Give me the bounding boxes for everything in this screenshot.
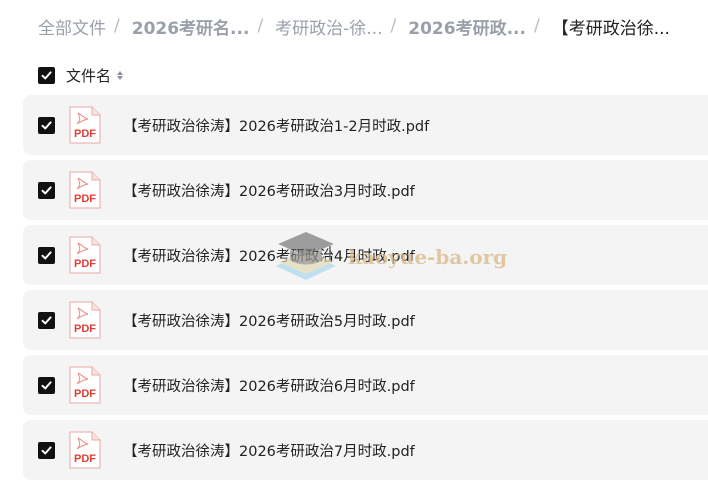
breadcrumb-item-current-folder: 【考研政治徐... [551,18,670,39]
file-row[interactable]: PDF 【考研政治徐涛】2026考研政治5月时政.pdf [23,290,708,350]
sort-icon[interactable] [117,70,124,80]
file-list: PDF 【考研政治徐涛】2026考研政治1-2月时政.pdf PDF 【考研政治… [23,95,708,484]
svg-text:PDF: PDF [74,128,96,140]
breadcrumb-item-2026-folder[interactable]: 2026考研名... [132,14,250,39]
file-browser-page: 全部文件 / 2026考研名... / 考研政治-徐... / 2026考研政.… [0,0,708,484]
row-checkbox[interactable] [38,246,55,264]
breadcrumb-separator: / [257,16,264,36]
pdf-icon: PDF [69,106,101,144]
row-checkbox[interactable] [38,181,55,199]
pdf-icon: PDF [69,301,101,339]
svg-text:PDF: PDF [74,453,96,465]
checkmark-icon [41,70,52,79]
file-name[interactable]: 【考研政治徐涛】2026考研政治7月时政.pdf [123,440,415,461]
pdf-icon: PDF [69,171,101,209]
checkmark-icon [41,120,52,129]
row-checkbox[interactable] [38,376,55,394]
svg-text:PDF: PDF [74,323,96,335]
file-row[interactable]: PDF 【考研政治徐涛】2026考研政治7月时政.pdf [23,420,708,480]
checkmark-icon [41,445,52,454]
file-row[interactable]: PDF 【考研政治徐涛】2026考研政治3月时政.pdf [23,160,708,220]
file-row[interactable]: PDF 【考研政治徐涛】2026考研政治1-2月时政.pdf [23,95,708,155]
column-header-filename[interactable]: 文件名 [66,65,111,86]
file-row[interactable]: PDF 【考研政治徐涛】2026考研政治6月时政.pdf [23,355,708,415]
row-checkbox[interactable] [38,441,55,459]
breadcrumb-item-all-files[interactable]: 全部文件 [38,14,106,39]
svg-text:PDF: PDF [74,193,96,205]
file-name[interactable]: 【考研政治徐涛】2026考研政治5月时政.pdf [123,310,415,331]
file-name[interactable]: 【考研政治徐涛】2026考研政治6月时政.pdf [123,375,415,396]
select-all-checkbox[interactable] [38,66,55,84]
file-name[interactable]: 【考研政治徐涛】2026考研政治4月时政.pdf [123,245,415,266]
breadcrumb-separator: / [114,16,120,36]
breadcrumb: 全部文件 / 2026考研名... / 考研政治-徐... / 2026考研政.… [38,14,670,39]
pdf-icon: PDF [69,431,101,469]
checkmark-icon [41,380,52,389]
checkmark-icon [41,250,52,259]
svg-text:PDF: PDF [74,388,96,400]
file-name[interactable]: 【考研政治徐涛】2026考研政治1-2月时政.pdf [123,115,429,136]
breadcrumb-separator: / [390,16,397,36]
checkmark-icon [41,185,52,194]
row-checkbox[interactable] [38,116,55,134]
breadcrumb-item-2026-politics-folder[interactable]: 2026考研政... [408,14,526,39]
breadcrumb-item-politics-folder[interactable]: 考研政治-徐... [275,14,382,39]
file-row[interactable]: PDF 【考研政治徐涛】2026考研政治4月时政.pdf [23,225,708,285]
pdf-icon: PDF [69,366,101,404]
file-name[interactable]: 【考研政治徐涛】2026考研政治3月时政.pdf [123,180,415,201]
list-header: 文件名 [38,64,124,86]
pdf-icon: PDF [69,236,101,274]
checkmark-icon [41,315,52,324]
breadcrumb-separator: / [533,16,540,36]
svg-text:PDF: PDF [74,258,96,270]
row-checkbox[interactable] [38,311,55,329]
